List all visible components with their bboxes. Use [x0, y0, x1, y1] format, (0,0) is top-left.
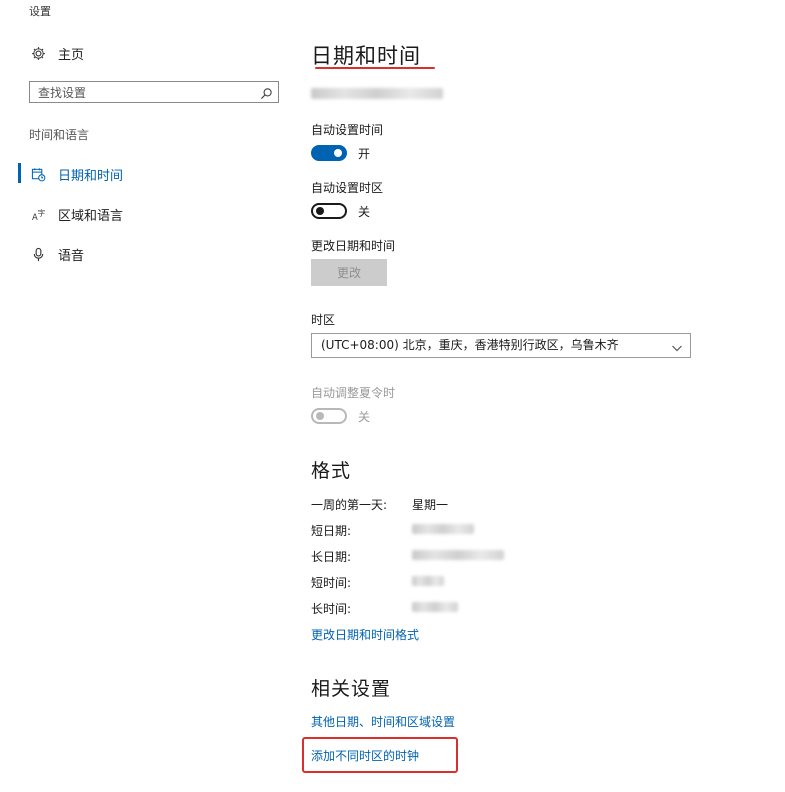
format-value-redacted — [412, 576, 444, 586]
format-value-redacted — [412, 602, 458, 612]
sidebar-section-label: 时间和语言 — [29, 128, 90, 142]
sidebar-item-region-language[interactable]: A字 区域和语言 — [30, 205, 123, 224]
format-key: 短时间: — [311, 576, 352, 590]
gear-icon — [30, 46, 46, 62]
sidebar-item-date-time[interactable]: 日期和时间 — [30, 165, 123, 184]
timezone-select[interactable]: (UTC+08:00) 北京，重庆，香港特别行政区，乌鲁木齐 — [311, 333, 691, 358]
microphone-icon — [30, 247, 46, 263]
search-box[interactable] — [29, 81, 279, 103]
window-title: 设置 — [29, 5, 51, 18]
formats-heading: 格式 — [311, 460, 352, 482]
format-value: 星期一 — [412, 498, 449, 512]
search-icon[interactable] — [260, 85, 273, 104]
annotation-box — [302, 737, 458, 773]
change-formats-link[interactable]: 更改日期和时间格式 — [311, 626, 419, 643]
format-key: 短日期: — [311, 524, 352, 538]
sidebar-item-speech[interactable]: 语音 — [30, 245, 84, 264]
timezone-label: 时区 — [311, 313, 336, 327]
dst-toggle[interactable] — [311, 408, 347, 424]
change-datetime-label: 更改日期和时间 — [311, 239, 396, 253]
related-settings-heading: 相关设置 — [311, 678, 392, 700]
timezone-value: (UTC+08:00) 北京，重庆，香港特别行政区，乌鲁木齐 — [321, 338, 619, 352]
sidebar-item-label: 区域和语言 — [58, 209, 124, 224]
dst-label: 自动调整夏令时 — [311, 386, 396, 400]
svg-text:字: 字 — [37, 207, 45, 217]
additional-date-time-region-link[interactable]: 其他日期、时间和区域设置 — [311, 713, 455, 730]
search-input[interactable] — [38, 84, 248, 102]
format-value-redacted — [412, 524, 474, 534]
current-datetime-redacted — [311, 88, 443, 99]
sidebar-item-home[interactable]: 主页 — [30, 44, 84, 63]
auto-timezone-label: 自动设置时区 — [311, 181, 384, 195]
format-key: 长时间: — [311, 602, 352, 616]
page-title: 日期和时间 — [311, 44, 421, 68]
auto-timezone-state: 关 — [358, 205, 371, 219]
auto-time-state: 开 — [358, 147, 371, 161]
active-indicator — [18, 163, 21, 183]
sidebar-item-label: 语音 — [58, 249, 85, 264]
format-value-redacted — [412, 550, 504, 560]
sidebar-home-label: 主页 — [58, 48, 85, 63]
annotation-underline — [315, 67, 435, 69]
auto-time-toggle[interactable] — [311, 145, 347, 161]
dst-state: 关 — [358, 410, 371, 424]
chevron-down-icon — [671, 339, 683, 362]
change-datetime-button[interactable]: 更改 — [311, 259, 387, 286]
calendar-clock-icon — [30, 167, 46, 183]
auto-time-label: 自动设置时间 — [311, 123, 384, 137]
language-icon: A字 — [30, 207, 46, 223]
auto-timezone-toggle[interactable] — [311, 203, 347, 219]
format-key: 一周的第一天: — [311, 498, 388, 512]
sidebar-item-label: 日期和时间 — [58, 169, 124, 184]
format-key: 长日期: — [311, 550, 352, 564]
